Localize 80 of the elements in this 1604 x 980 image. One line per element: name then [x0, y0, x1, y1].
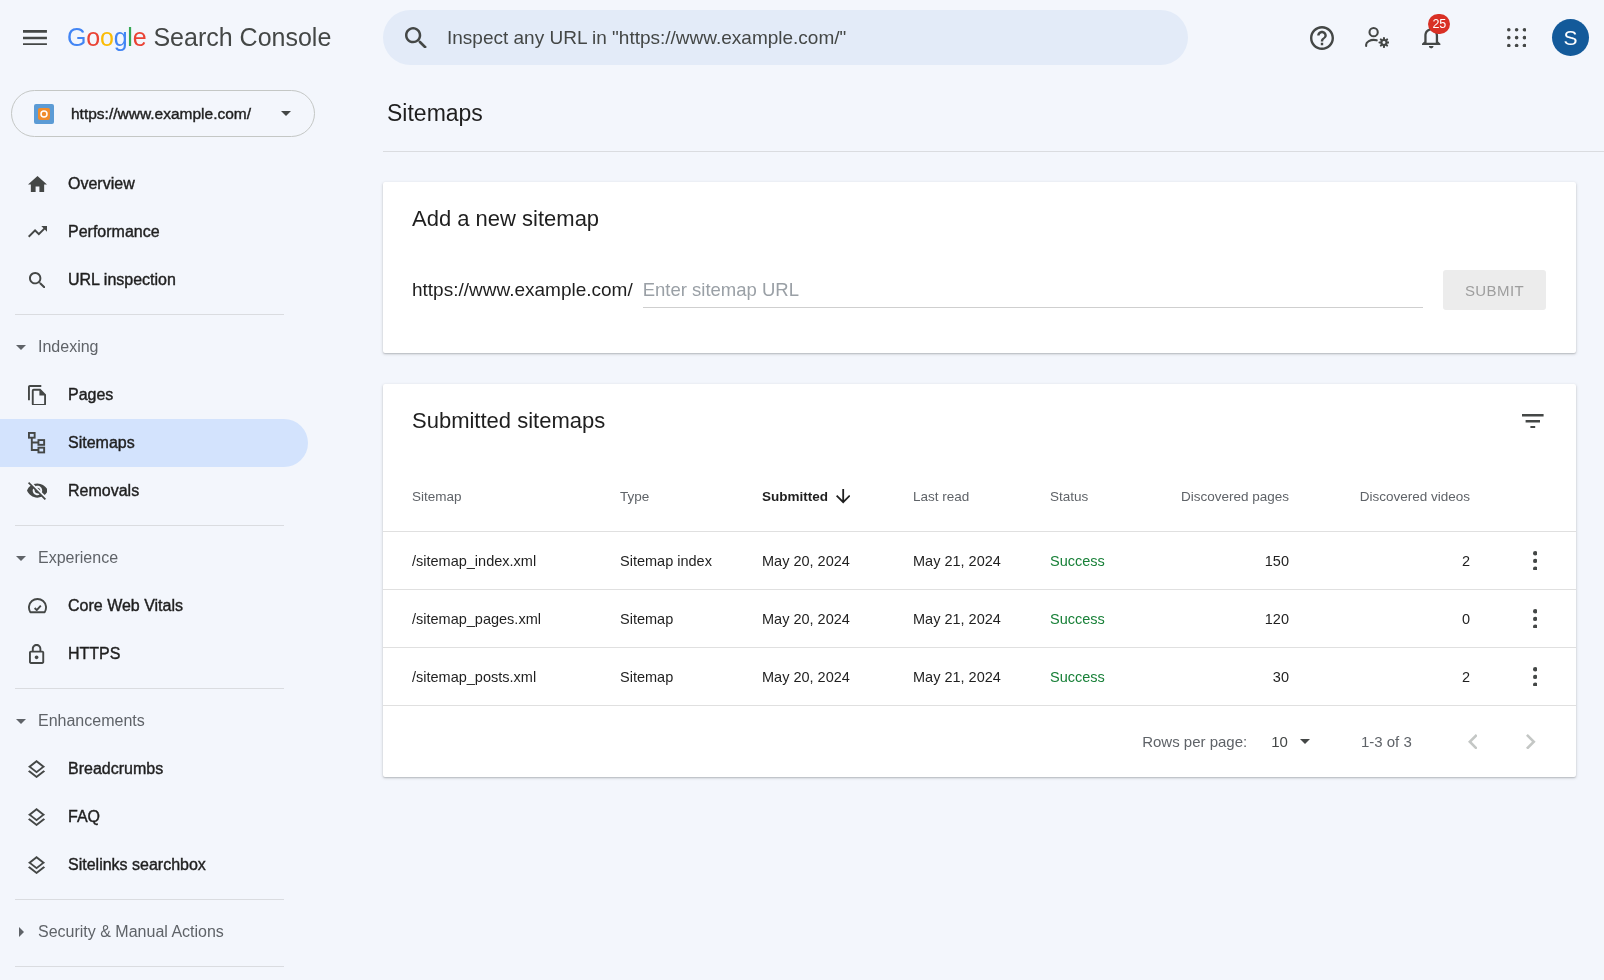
caret-icon — [281, 111, 291, 116]
help-icon[interactable] — [1309, 25, 1334, 50]
table-cell: 2 — [1461, 668, 1470, 685]
table-cell: Sitemap index — [620, 552, 712, 569]
caret-icon — [1299, 739, 1310, 744]
nav-item[interactable]: HTTPS — [0, 630, 308, 678]
table-cell: Success — [1050, 668, 1105, 685]
rows-per-page-select[interactable]: 10 — [1271, 733, 1310, 750]
site-favicon-icon — [34, 103, 54, 124]
search-icon — [405, 26, 427, 49]
lock-icon — [29, 644, 45, 664]
documents-icon — [27, 384, 46, 406]
dot-grid-icon[interactable] — [1506, 27, 1526, 48]
section-header[interactable]: Experience — [0, 534, 308, 582]
nav-item[interactable]: Sitelinks searchbox — [0, 841, 308, 889]
card-title: Submitted sitemaps — [412, 407, 606, 435]
trending-up-icon — [27, 226, 47, 238]
column-header[interactable]: Submitted — [762, 489, 851, 504]
eye-slash-icon — [26, 481, 48, 500]
nav-item[interactable]: Overview — [0, 160, 308, 208]
search-icon — [28, 271, 46, 289]
table-cell: Success — [1050, 610, 1105, 627]
google-logo: Google — [66, 23, 147, 52]
three-dots-icon[interactable] — [1533, 666, 1538, 687]
layers-icon — [28, 807, 46, 827]
table-cell: May 20, 2024 — [762, 552, 850, 569]
table-cell: May 20, 2024 — [762, 610, 850, 627]
table-cell: /sitemap_index.xml — [412, 552, 537, 569]
table-cell: /sitemap_pages.xml — [412, 610, 541, 627]
table-cell: May 20, 2024 — [762, 668, 850, 685]
nav-item[interactable]: Core Web Vitals — [0, 582, 308, 630]
column-header[interactable]: Type — [620, 489, 650, 504]
table-cell: May 21, 2024 — [913, 668, 1001, 685]
menu-icon[interactable] — [23, 29, 47, 46]
nav-item[interactable]: Breadcrumbs — [0, 745, 308, 793]
three-dots-icon[interactable] — [1533, 550, 1538, 571]
table-cell: Sitemap — [620, 610, 674, 627]
column-header[interactable]: Discovered pages — [1180, 489, 1289, 504]
table-cell: Success — [1050, 552, 1105, 569]
nav-item[interactable]: FAQ — [0, 793, 308, 841]
layers-icon — [28, 855, 46, 875]
person-gear-icon[interactable] — [1364, 26, 1390, 49]
table-cell: 30 — [1272, 668, 1289, 685]
card-title: Add a new sitemap — [412, 205, 601, 233]
section-header[interactable]: Security & Manual Actions — [0, 908, 308, 956]
table-cell: Sitemap — [620, 668, 674, 685]
notification-badge: 25 — [1428, 14, 1451, 35]
url-prefix: https://www.example.com/ — [412, 279, 633, 301]
nav-item[interactable]: Pages — [0, 371, 308, 419]
gauge-icon — [27, 598, 47, 614]
three-dots-icon[interactable] — [1533, 608, 1538, 629]
table-cell: May 21, 2024 — [913, 552, 1001, 569]
nav-item[interactable]: Removals — [0, 467, 308, 515]
section-header[interactable]: Enhancements — [0, 697, 308, 745]
column-header[interactable]: Discovered videos — [1359, 489, 1470, 504]
page-title: Sitemaps — [387, 99, 483, 127]
nav-item[interactable]: Sitemaps — [0, 419, 308, 467]
filter-icon[interactable] — [1522, 413, 1544, 429]
nav-item[interactable]: Performance — [0, 208, 308, 256]
hierarchy-icon — [28, 432, 46, 454]
product-name: Search Console — [153, 23, 332, 52]
rows-per-page-label: Rows per page: — [1142, 733, 1248, 750]
page-range: 1-3 of 3 — [1360, 733, 1412, 750]
column-header[interactable]: Status — [1050, 489, 1089, 504]
arrow-down-icon — [836, 489, 851, 504]
nav-item[interactable]: URL inspection — [0, 256, 308, 304]
column-header[interactable]: Last read — [913, 489, 970, 504]
table-cell: 2 — [1461, 552, 1470, 569]
table-cell: 150 — [1264, 552, 1289, 569]
input-field[interactable]: Enter sitemap URL — [642, 272, 1423, 308]
column-header[interactable]: Sitemap — [412, 489, 462, 504]
table-cell: /sitemap_posts.xml — [412, 668, 537, 685]
layers-icon — [28, 759, 46, 779]
table-cell: May 21, 2024 — [913, 610, 1001, 627]
home-icon — [27, 175, 47, 193]
section-header[interactable]: Indexing — [0, 323, 308, 371]
avatar[interactable]: S — [1552, 19, 1589, 56]
search-field[interactable]: Inspect any URL in "https://www.example.com/" — [383, 10, 1188, 65]
table-cell: 0 — [1461, 610, 1470, 627]
table-cell: 120 — [1264, 610, 1289, 627]
